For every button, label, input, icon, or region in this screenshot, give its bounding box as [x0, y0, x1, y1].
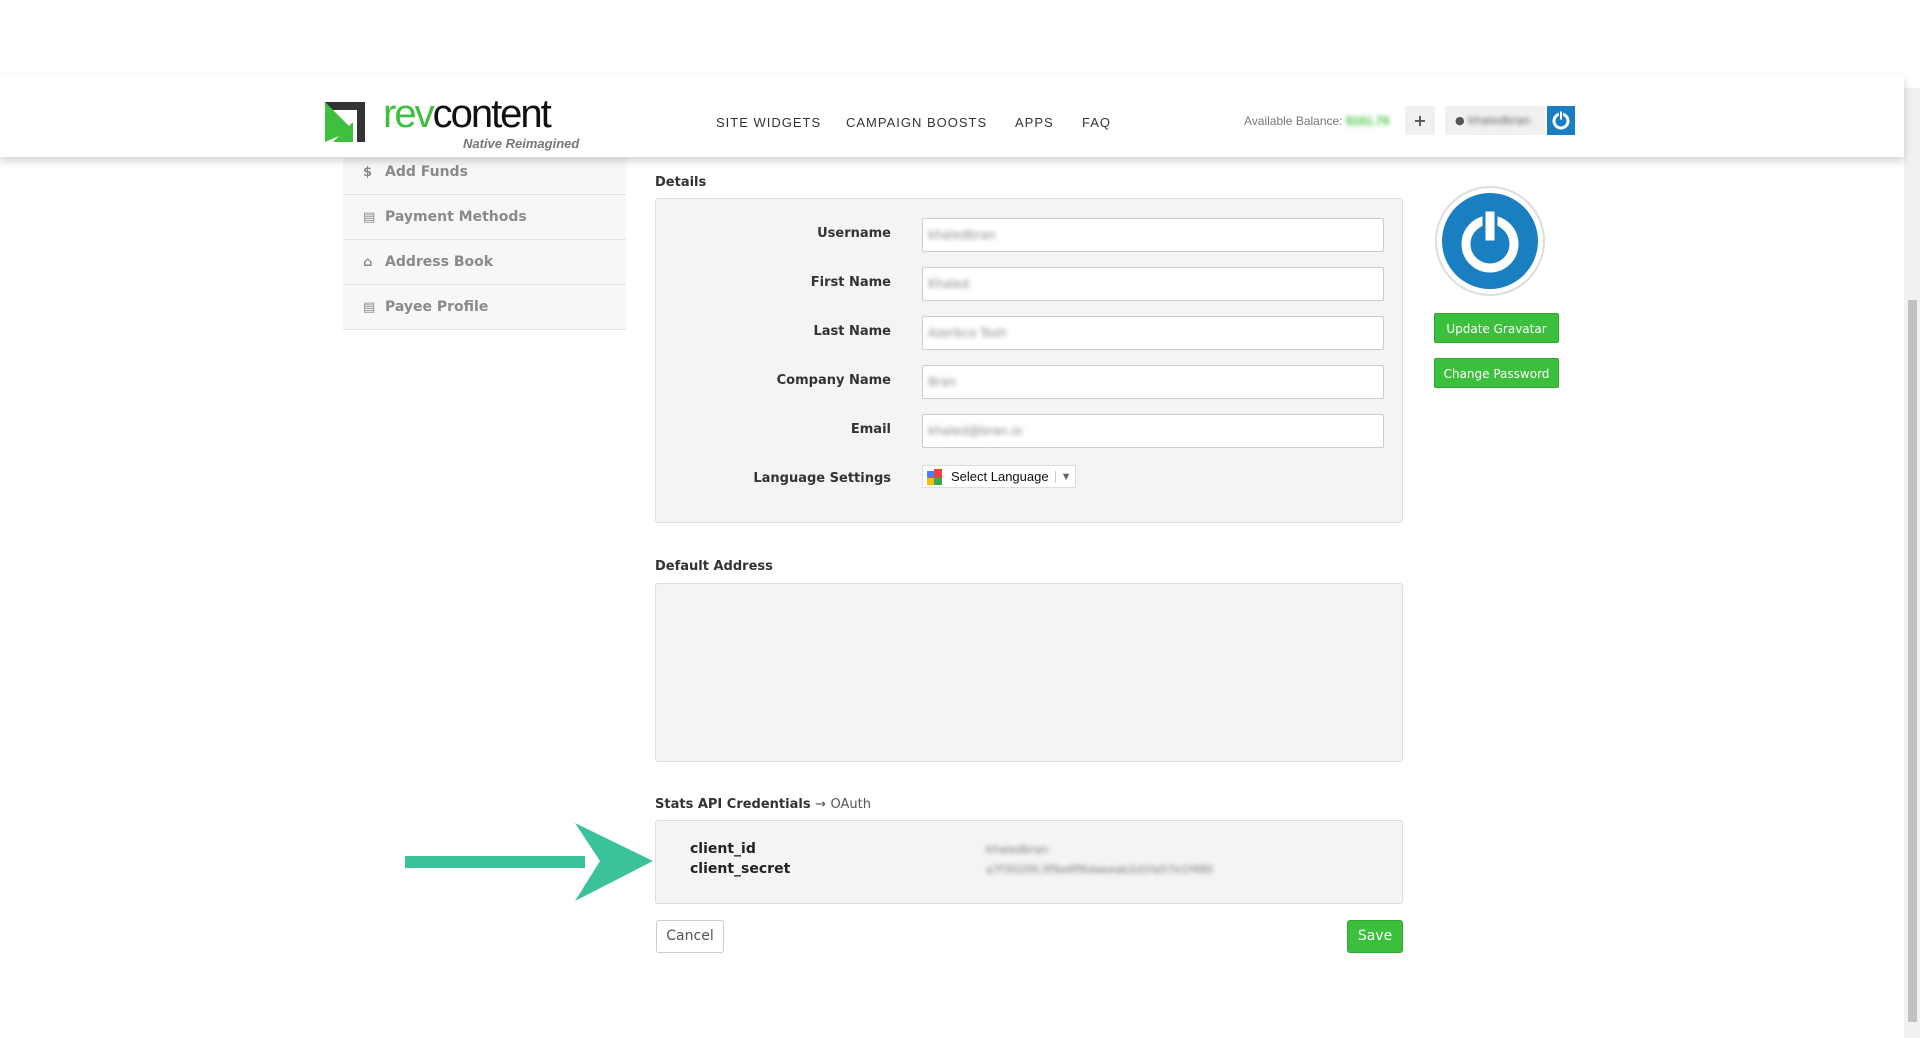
- last-name-field[interactable]: Azerbco Tosh: [922, 316, 1384, 350]
- username-field[interactable]: khaledbran: [922, 218, 1384, 252]
- google-translate-icon: [927, 468, 942, 485]
- home-icon: ⌂: [363, 254, 373, 270]
- username-label: Username: [817, 226, 891, 241]
- power-icon: [1552, 110, 1570, 130]
- user-menu-button[interactable]: ● khaledbran: [1445, 106, 1545, 135]
- logo-mark-icon: [325, 102, 365, 142]
- last-name-label: Last Name: [813, 324, 891, 339]
- user-icon: ●: [1455, 114, 1465, 127]
- email-label: Email: [850, 422, 891, 437]
- nav-site-widgets[interactable]: SITE WIDGETS: [716, 115, 821, 130]
- sidebar-item-payee-profile[interactable]: ▤ Payee Profile: [343, 285, 626, 330]
- logo-wordmark: revcontent: [383, 92, 552, 136]
- add-funds-button[interactable]: +: [1405, 106, 1435, 135]
- default-address-heading: Default Address: [655, 559, 773, 574]
- dollar-icon: $: [363, 164, 373, 180]
- change-password-button[interactable]: Change Password: [1434, 358, 1559, 388]
- cancel-button[interactable]: Cancel: [656, 920, 724, 953]
- first-name-label: First Name: [810, 275, 891, 290]
- oauth-label: OAuth: [830, 797, 872, 812]
- power-logout-button[interactable]: [1547, 106, 1575, 135]
- company-name-field[interactable]: Bran: [922, 365, 1384, 399]
- available-balance: Available Balance: $161.79: [1244, 114, 1390, 128]
- nav-campaign-boosts[interactable]: CAMPAIGN BOOSTS: [846, 115, 987, 130]
- credit-card-icon: ▤: [363, 209, 376, 225]
- client-id-label: client_id: [690, 841, 756, 857]
- update-gravatar-button[interactable]: Update Gravatar: [1434, 313, 1559, 343]
- default-address-panel: [655, 583, 1403, 762]
- revcontent-logo[interactable]: revcontent Native Reimagined: [325, 92, 585, 154]
- account-sidebar: $ Add Funds ▤ Payment Methods ⌂ Address Boo…: [343, 150, 626, 330]
- balance-value: $161.79: [1345, 114, 1390, 128]
- nav-apps[interactable]: APPS: [1015, 115, 1054, 130]
- logo-tagline: Native Reimagined: [463, 136, 580, 151]
- page-scrollbar[interactable]: [1904, 88, 1920, 1038]
- scrollbar-thumb[interactable]: [1908, 300, 1917, 1022]
- document-icon: ▤: [363, 299, 376, 315]
- sidebar-item-payment-methods[interactable]: ▤ Payment Methods: [343, 195, 626, 240]
- arrow-annotation-icon: [405, 823, 653, 901]
- chevron-down-icon: ▼: [1054, 470, 1071, 483]
- language-select[interactable]: Select Language ▼: [922, 465, 1076, 488]
- top-header: revcontent Native Reimagined SITE WIDGET…: [0, 75, 1904, 157]
- sidebar-item-address-book[interactable]: ⌂ Address Book: [343, 240, 626, 285]
- language-settings-label: Language Settings: [753, 471, 891, 486]
- save-button[interactable]: Save: [1347, 920, 1403, 953]
- gravatar-power-icon: [1442, 193, 1538, 289]
- nav-faq[interactable]: FAQ: [1082, 115, 1111, 130]
- first-name-field[interactable]: Khaled: [922, 267, 1384, 301]
- client-secret-value: a7f3020fc3f9a4ff6daeeab2d1fa57e1f480: [986, 863, 1213, 876]
- email-field[interactable]: khaled@bran.io: [922, 414, 1384, 448]
- client-id-value: khaledbran: [986, 843, 1049, 856]
- avatar: [1435, 186, 1545, 296]
- company-name-label: Company Name: [776, 373, 891, 388]
- client-secret-label: client_secret: [690, 861, 791, 877]
- credentials-heading: Stats API Credentials → OAuth: [655, 797, 872, 812]
